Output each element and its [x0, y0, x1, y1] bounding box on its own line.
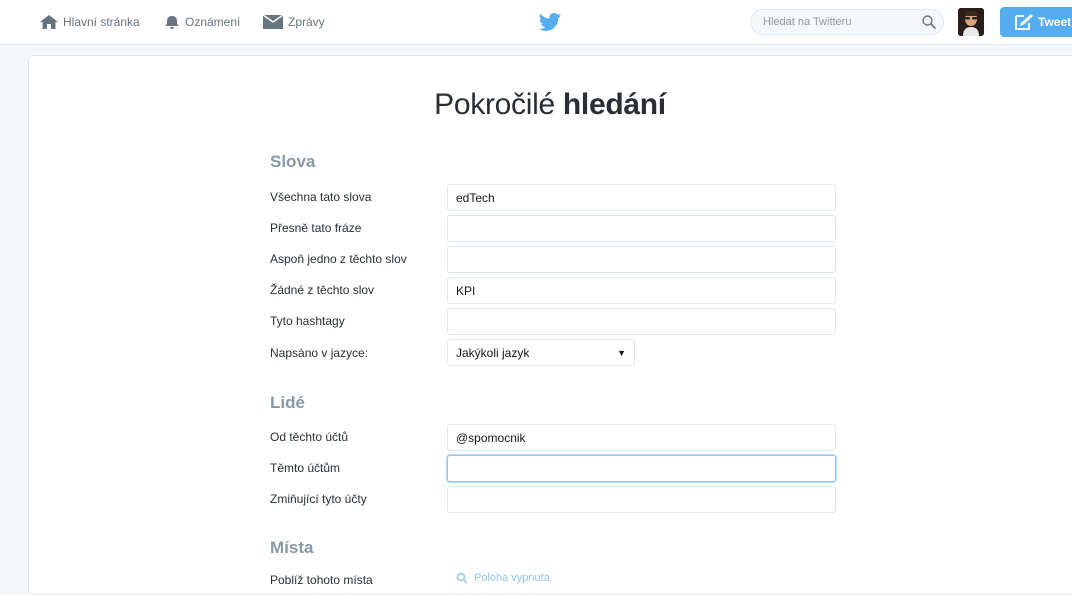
- hashtags-input[interactable]: [447, 308, 836, 335]
- search-icon[interactable]: [921, 14, 937, 30]
- exact-phrase-input[interactable]: [447, 215, 836, 242]
- all-words-input[interactable]: [447, 184, 836, 211]
- tweet-button-label: Tweet: [1038, 15, 1072, 29]
- label-near-place: Poblíž tohoto místa: [270, 573, 373, 587]
- search-input[interactable]: [763, 14, 913, 30]
- section-heading-words: Slova: [270, 152, 316, 171]
- avatar[interactable]: [958, 8, 984, 36]
- nav-notifications[interactable]: Oznámení: [164, 0, 240, 44]
- any-words-input[interactable]: [447, 246, 836, 273]
- top-navigation-bar: Hlavní stránka Oznámení Zprávy Hledat na…: [0, 0, 1072, 45]
- label-any-words: Aspoň jedno z těchto slov: [270, 252, 407, 266]
- page-title-bold: hledání: [562, 88, 666, 121]
- label-all-words: Všechna tato slova: [270, 190, 372, 204]
- search-box: [750, 9, 944, 35]
- to-accounts-input[interactable]: [447, 455, 836, 482]
- twitter-bird-icon[interactable]: [539, 13, 561, 31]
- nav-messages[interactable]: Zprávy: [263, 0, 325, 44]
- label-from-accounts: Od těchto účtů: [270, 430, 349, 444]
- nav-home[interactable]: Hlavní stránka: [40, 0, 140, 44]
- label-mentioning: Zmiňující tyto účty: [270, 492, 367, 506]
- mentioning-input[interactable]: [447, 486, 836, 513]
- nav-messages-label: Zprávy: [288, 15, 325, 29]
- label-to-accounts: Těmto účtům: [270, 461, 341, 475]
- dropdown-arrow-icon: ▼: [617, 348, 626, 358]
- language-select[interactable]: Jakýkoli jazyk ▼: [447, 339, 635, 366]
- label-hashtags: Tyto hashtagy: [270, 314, 345, 328]
- bell-icon: [165, 16, 179, 29]
- location-pin-icon: [456, 572, 468, 584]
- home-icon: [40, 15, 58, 29]
- section-heading-people: Lidé: [270, 393, 305, 412]
- location-status-text: Poloha vypnuta: [474, 572, 550, 584]
- compose-icon: [1015, 14, 1033, 30]
- tweet-button[interactable]: Tweet: [1000, 7, 1072, 37]
- from-accounts-input[interactable]: [447, 424, 836, 451]
- label-none-words: Žádné z těchto slov: [270, 283, 375, 297]
- nav-home-label: Hlavní stránka: [63, 15, 140, 29]
- section-heading-places: Místa: [270, 538, 314, 557]
- location-toggle-link[interactable]: Poloha vypnuta: [456, 572, 550, 584]
- page-title-light: Pokročilé: [434, 88, 563, 121]
- page-title: Pokročilé hledání: [400, 88, 700, 122]
- envelope-icon: [263, 15, 283, 29]
- label-exact-phrase: Přesně tato fráze: [270, 221, 362, 235]
- none-words-input[interactable]: [447, 277, 836, 304]
- language-select-value: Jakýkoli jazyk: [456, 345, 530, 360]
- nav-notifications-label: Oznámení: [185, 15, 241, 29]
- label-language: Napsáno v jazyce:: [270, 346, 369, 360]
- user-photo-icon: [958, 8, 984, 36]
